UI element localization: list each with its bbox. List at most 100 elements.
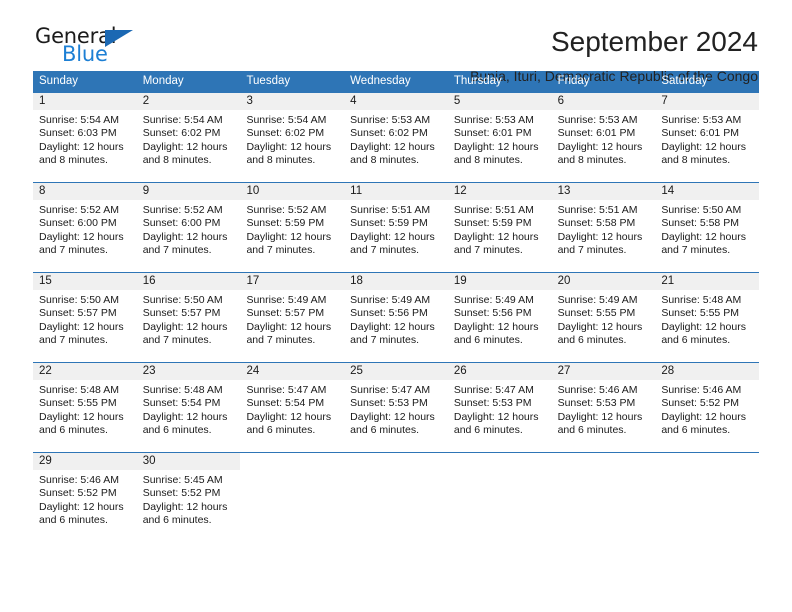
week-row: 1 Sunrise: 5:54 AM Sunset: 6:03 PM Dayli… [33, 92, 760, 182]
sunset-text: Sunset: 6:02 PM [246, 127, 325, 140]
daylight-text: Daylight: 12 hours and 6 minutes. [453, 320, 539, 347]
daylight-text: Daylight: 12 hours and 8 minutes. [661, 140, 746, 167]
day-number: 3 [240, 93, 345, 110]
sunset-text: Sunset: 5:58 PM [661, 217, 739, 230]
daylight-text: Daylight: 12 hours and 6 minutes. [557, 320, 643, 347]
day-number: 14 [655, 183, 760, 200]
sunset-text: Sunset: 5:59 PM [350, 217, 428, 230]
daylight-text: Daylight: 12 hours and 7 minutes. [142, 230, 228, 257]
sunset-text: Sunset: 5:57 PM [142, 307, 221, 320]
day-info: Sunrise: 5:49 AM Sunset: 5:55 PM Dayligh… [552, 290, 656, 348]
daylight-text: Daylight: 12 hours and 7 minutes. [142, 320, 228, 347]
day-cell[interactable]: 8 Sunrise: 5:52 AM Sunset: 6:00 PM Dayli… [33, 183, 137, 272]
day-number [448, 453, 552, 470]
sunset-text: Sunset: 6:02 PM [350, 127, 428, 140]
sunrise-text: Sunrise: 5:50 AM [142, 294, 223, 306]
day-cell[interactable]: 10 Sunrise: 5:52 AM Sunset: 5:59 PM Dayl… [240, 183, 345, 272]
day-number: 17 [240, 273, 345, 290]
daylight-text: Daylight: 12 hours and 6 minutes. [350, 410, 435, 437]
daylight-text: Daylight: 12 hours and 6 minutes. [142, 500, 228, 527]
sunset-text: Sunset: 5:54 PM [142, 397, 221, 410]
daylight-text: Daylight: 12 hours and 7 minutes. [557, 230, 643, 257]
sunrise-text: Sunrise: 5:53 AM [453, 114, 534, 126]
day-cell[interactable]: 30 Sunrise: 5:45 AM Sunset: 5:52 PM Dayl… [136, 453, 241, 542]
sunrise-text: Sunrise: 5:52 AM [246, 204, 327, 216]
sunset-text: Sunset: 5:52 PM [661, 397, 739, 410]
day-info: Sunrise: 5:46 AM Sunset: 5:52 PM Dayligh… [655, 380, 759, 438]
day-number: 10 [240, 183, 345, 200]
daylight-text: Daylight: 12 hours and 8 minutes. [39, 140, 124, 167]
day-cell[interactable]: 13 Sunrise: 5:51 AM Sunset: 5:58 PM Dayl… [551, 183, 656, 272]
day-cell[interactable]: 3 Sunrise: 5:54 AM Sunset: 6:02 PM Dayli… [240, 93, 345, 182]
brand-logo[interactable]: General Blue [33, 26, 165, 65]
sunrise-text: Sunrise: 5:46 AM [557, 384, 638, 396]
sunrise-text: Sunrise: 5:49 AM [246, 294, 327, 306]
day-cell[interactable]: 18 Sunrise: 5:49 AM Sunset: 5:56 PM Dayl… [344, 273, 448, 362]
sunrise-text: Sunrise: 5:54 AM [246, 114, 327, 126]
day-cell[interactable]: 17 Sunrise: 5:49 AM Sunset: 5:57 PM Dayl… [240, 273, 345, 362]
weekday-sunday: Sunday [39, 75, 79, 87]
sunset-text: Sunset: 5:59 PM [453, 217, 532, 230]
day-cell[interactable]: 4 Sunrise: 5:53 AM Sunset: 6:02 PM Dayli… [344, 93, 448, 182]
week-row: 15 Sunrise: 5:50 AM Sunset: 5:57 PM Dayl… [33, 272, 760, 362]
day-cell[interactable]: 23 Sunrise: 5:48 AM Sunset: 5:54 PM Dayl… [136, 363, 241, 452]
day-cell[interactable]: 15 Sunrise: 5:50 AM Sunset: 5:57 PM Dayl… [33, 273, 137, 362]
day-cell[interactable]: 16 Sunrise: 5:50 AM Sunset: 5:57 PM Dayl… [136, 273, 241, 362]
day-cell[interactable]: 27 Sunrise: 5:46 AM Sunset: 5:53 PM Dayl… [551, 363, 656, 452]
day-number: 15 [33, 273, 137, 290]
sunrise-text: Sunrise: 5:52 AM [142, 204, 223, 216]
day-info: Sunrise: 5:52 AM Sunset: 6:00 PM Dayligh… [137, 200, 241, 258]
day-info: Sunrise: 5:53 AM Sunset: 6:01 PM Dayligh… [448, 110, 552, 168]
sunrise-text: Sunrise: 5:46 AM [39, 474, 119, 486]
day-cell[interactable]: 5 Sunrise: 5:53 AM Sunset: 6:01 PM Dayli… [447, 93, 552, 182]
day-cell[interactable]: 29 Sunrise: 5:46 AM Sunset: 5:52 PM Dayl… [33, 453, 137, 542]
day-cell[interactable]: 25 Sunrise: 5:47 AM Sunset: 5:53 PM Dayl… [344, 363, 448, 452]
weekday-saturday: Saturday [661, 75, 708, 87]
sunrise-text: Sunrise: 5:51 AM [557, 204, 638, 216]
sunset-text: Sunset: 6:00 PM [142, 217, 221, 230]
day-number [344, 453, 448, 470]
sunset-text: Sunset: 5:52 PM [142, 487, 221, 500]
day-info: Sunrise: 5:54 AM Sunset: 6:02 PM Dayligh… [240, 110, 344, 168]
day-cell[interactable]: 28 Sunrise: 5:46 AM Sunset: 5:52 PM Dayl… [655, 363, 760, 452]
daylight-text: Daylight: 12 hours and 7 minutes. [246, 320, 332, 347]
day-number: 22 [33, 363, 137, 380]
day-cell[interactable]: 14 Sunrise: 5:50 AM Sunset: 5:58 PM Dayl… [655, 183, 760, 272]
day-cell[interactable]: 1 Sunrise: 5:54 AM Sunset: 6:03 PM Dayli… [33, 93, 137, 182]
day-number: 19 [447, 273, 552, 290]
day-info: Sunrise: 5:50 AM Sunset: 5:57 PM Dayligh… [137, 290, 241, 348]
day-cell[interactable]: 24 Sunrise: 5:47 AM Sunset: 5:54 PM Dayl… [240, 363, 345, 452]
day-cell[interactable]: 12 Sunrise: 5:51 AM Sunset: 5:59 PM Dayl… [447, 183, 552, 272]
day-number: 6 [551, 93, 656, 110]
day-number: 24 [240, 363, 345, 380]
daylight-text: Daylight: 12 hours and 8 minutes. [350, 140, 435, 167]
sunset-text: Sunset: 5:54 PM [246, 397, 325, 410]
sunrise-text: Sunrise: 5:47 AM [350, 384, 431, 396]
sunrise-text: Sunrise: 5:51 AM [350, 204, 431, 216]
sunrise-text: Sunrise: 5:48 AM [661, 294, 742, 306]
day-cell[interactable]: 9 Sunrise: 5:52 AM Sunset: 6:00 PM Dayli… [136, 183, 241, 272]
daylight-text: Daylight: 12 hours and 6 minutes. [246, 410, 332, 437]
day-cell[interactable]: 6 Sunrise: 5:53 AM Sunset: 6:01 PM Dayli… [551, 93, 656, 182]
day-cell[interactable]: 26 Sunrise: 5:47 AM Sunset: 5:53 PM Dayl… [447, 363, 552, 452]
day-info: Sunrise: 5:53 AM Sunset: 6:02 PM Dayligh… [344, 110, 448, 168]
daylight-text: Daylight: 12 hours and 6 minutes. [661, 410, 746, 437]
day-cell[interactable]: 7 Sunrise: 5:53 AM Sunset: 6:01 PM Dayli… [655, 93, 760, 182]
sunset-text: Sunset: 5:53 PM [350, 397, 428, 410]
sunset-text: Sunset: 5:55 PM [557, 307, 636, 320]
daylight-text: Daylight: 12 hours and 8 minutes. [557, 140, 643, 167]
day-cell-empty [240, 453, 344, 542]
day-cell[interactable]: 19 Sunrise: 5:49 AM Sunset: 5:56 PM Dayl… [447, 273, 552, 362]
day-cell[interactable]: 2 Sunrise: 5:54 AM Sunset: 6:02 PM Dayli… [136, 93, 241, 182]
sunrise-text: Sunrise: 5:54 AM [142, 114, 223, 126]
daylight-text: Daylight: 12 hours and 8 minutes. [142, 140, 228, 167]
day-number: 2 [136, 93, 241, 110]
day-info: Sunrise: 5:49 AM Sunset: 5:56 PM Dayligh… [344, 290, 448, 348]
day-cell[interactable]: 21 Sunrise: 5:48 AM Sunset: 5:55 PM Dayl… [655, 273, 760, 362]
day-cell[interactable]: 11 Sunrise: 5:51 AM Sunset: 5:59 PM Dayl… [344, 183, 448, 272]
sunset-text: Sunset: 6:01 PM [557, 127, 636, 140]
day-cell[interactable]: 22 Sunrise: 5:48 AM Sunset: 5:55 PM Dayl… [33, 363, 137, 452]
day-number: 25 [344, 363, 448, 380]
day-cell[interactable]: 20 Sunrise: 5:49 AM Sunset: 5:55 PM Dayl… [551, 273, 656, 362]
sunrise-text: Sunrise: 5:48 AM [39, 384, 119, 396]
